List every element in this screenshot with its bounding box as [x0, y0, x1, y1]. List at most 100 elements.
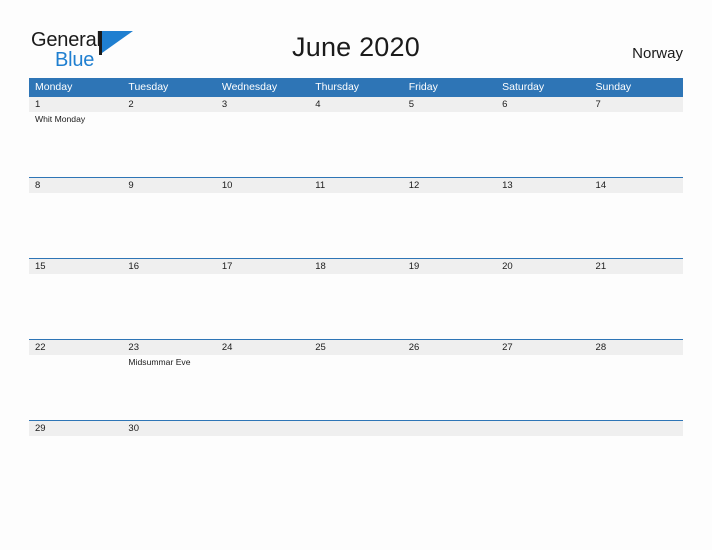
day-number[interactable]: 14 — [590, 178, 683, 193]
week-event-band: Midsummar Eve — [29, 355, 683, 420]
day-number[interactable]: 13 — [496, 178, 589, 193]
day-number[interactable]: 15 — [29, 259, 122, 274]
week-date-band: 22 23 24 25 26 27 28 — [29, 340, 683, 355]
calendar-grid: Monday Tuesday Wednesday Thursday Friday… — [29, 78, 683, 501]
day-number[interactable] — [403, 421, 496, 436]
day-number[interactable] — [309, 421, 402, 436]
weekday-header-friday: Friday — [408, 81, 438, 93]
day-number[interactable]: 6 — [496, 97, 589, 112]
week-row: 29 30 — [29, 420, 683, 501]
week-row: 1 2 3 4 5 6 7 Whit Monday — [29, 96, 683, 177]
day-cell[interactable] — [496, 112, 589, 177]
day-cell[interactable] — [496, 436, 589, 501]
day-number[interactable]: 20 — [496, 259, 589, 274]
day-number[interactable]: 2 — [122, 97, 215, 112]
day-cell[interactable] — [29, 193, 122, 258]
day-number[interactable]: 24 — [216, 340, 309, 355]
day-cell[interactable] — [403, 112, 496, 177]
day-cell[interactable] — [216, 436, 309, 501]
day-number[interactable]: 28 — [590, 340, 683, 355]
day-number[interactable]: 18 — [309, 259, 402, 274]
page-header: General Blue June 2020 Norway — [0, 0, 712, 78]
day-number[interactable]: 11 — [309, 178, 402, 193]
day-number[interactable]: 1 — [29, 97, 122, 112]
day-cell[interactable] — [496, 193, 589, 258]
day-number[interactable]: 3 — [216, 97, 309, 112]
day-cell[interactable] — [29, 274, 122, 339]
day-number[interactable]: 21 — [590, 259, 683, 274]
day-cell[interactable] — [216, 355, 309, 420]
calendar-page: General Blue June 2020 Norway Monday Tue… — [0, 0, 712, 550]
week-event-band: Whit Monday — [29, 112, 683, 177]
day-cell[interactable] — [590, 112, 683, 177]
day-cell[interactable] — [590, 436, 683, 501]
day-cell[interactable] — [216, 274, 309, 339]
weekday-header-tuesday: Tuesday — [128, 81, 169, 93]
day-number[interactable]: 29 — [29, 421, 122, 436]
day-number[interactable]: 19 — [403, 259, 496, 274]
week-event-band — [29, 274, 683, 339]
day-number[interactable]: 12 — [403, 178, 496, 193]
weekday-header-row: Monday Tuesday Wednesday Thursday Friday… — [29, 78, 683, 96]
day-cell[interactable] — [216, 112, 309, 177]
day-cell[interactable] — [309, 193, 402, 258]
day-cell[interactable] — [122, 274, 215, 339]
day-cell[interactable] — [309, 274, 402, 339]
day-cell[interactable] — [590, 193, 683, 258]
day-cell[interactable] — [216, 193, 309, 258]
day-cell[interactable]: Whit Monday — [29, 112, 122, 177]
week-row: 8 9 10 11 12 13 14 — [29, 177, 683, 258]
day-cell[interactable] — [496, 274, 589, 339]
day-number[interactable]: 16 — [122, 259, 215, 274]
day-cell[interactable] — [309, 355, 402, 420]
day-cell[interactable] — [590, 355, 683, 420]
week-row: 22 23 24 25 26 27 28 Midsummar Eve — [29, 339, 683, 420]
week-event-band — [29, 436, 683, 501]
day-number[interactable]: 17 — [216, 259, 309, 274]
day-cell[interactable] — [309, 436, 402, 501]
day-number[interactable]: 7 — [590, 97, 683, 112]
page-title: June 2020 — [292, 32, 420, 62]
day-cell[interactable] — [309, 112, 402, 177]
day-cell[interactable] — [122, 112, 215, 177]
day-number[interactable]: 9 — [122, 178, 215, 193]
day-cell[interactable] — [122, 193, 215, 258]
weekday-header-thursday: Thursday — [315, 81, 360, 93]
weekday-header-sunday: Sunday — [595, 81, 632, 93]
day-number[interactable]: 10 — [216, 178, 309, 193]
week-row: 15 16 17 18 19 20 21 — [29, 258, 683, 339]
day-cell[interactable] — [122, 436, 215, 501]
day-number[interactable]: 26 — [403, 340, 496, 355]
event-label: Whit Monday — [35, 114, 86, 124]
day-number[interactable]: 23 — [122, 340, 215, 355]
country-label: Norway — [632, 45, 683, 62]
week-date-band: 15 16 17 18 19 20 21 — [29, 259, 683, 274]
day-number[interactable]: 4 — [309, 97, 402, 112]
day-number[interactable]: 8 — [29, 178, 122, 193]
day-number[interactable] — [590, 421, 683, 436]
day-cell[interactable] — [29, 355, 122, 420]
day-cell[interactable] — [403, 355, 496, 420]
day-cell[interactable] — [590, 274, 683, 339]
day-number[interactable] — [496, 421, 589, 436]
week-date-band: 29 30 — [29, 421, 683, 436]
week-event-band — [29, 193, 683, 258]
week-date-band: 8 9 10 11 12 13 14 — [29, 178, 683, 193]
weekday-header-saturday: Saturday — [502, 81, 545, 93]
day-cell[interactable] — [496, 355, 589, 420]
day-number[interactable] — [216, 421, 309, 436]
day-cell[interactable] — [29, 436, 122, 501]
day-cell[interactable] — [403, 436, 496, 501]
day-number[interactable]: 5 — [403, 97, 496, 112]
weekday-header-monday: Monday — [35, 81, 73, 93]
day-number[interactable]: 30 — [122, 421, 215, 436]
weekday-header-wednesday: Wednesday — [221, 81, 278, 93]
day-cell[interactable] — [403, 193, 496, 258]
day-number[interactable]: 25 — [309, 340, 402, 355]
week-date-band: 1 2 3 4 5 6 7 — [29, 97, 683, 112]
event-label: Midsummar Eve — [128, 357, 191, 367]
day-number[interactable]: 22 — [29, 340, 122, 355]
day-cell[interactable]: Midsummar Eve — [122, 355, 215, 420]
day-cell[interactable] — [403, 274, 496, 339]
day-number[interactable]: 27 — [496, 340, 589, 355]
